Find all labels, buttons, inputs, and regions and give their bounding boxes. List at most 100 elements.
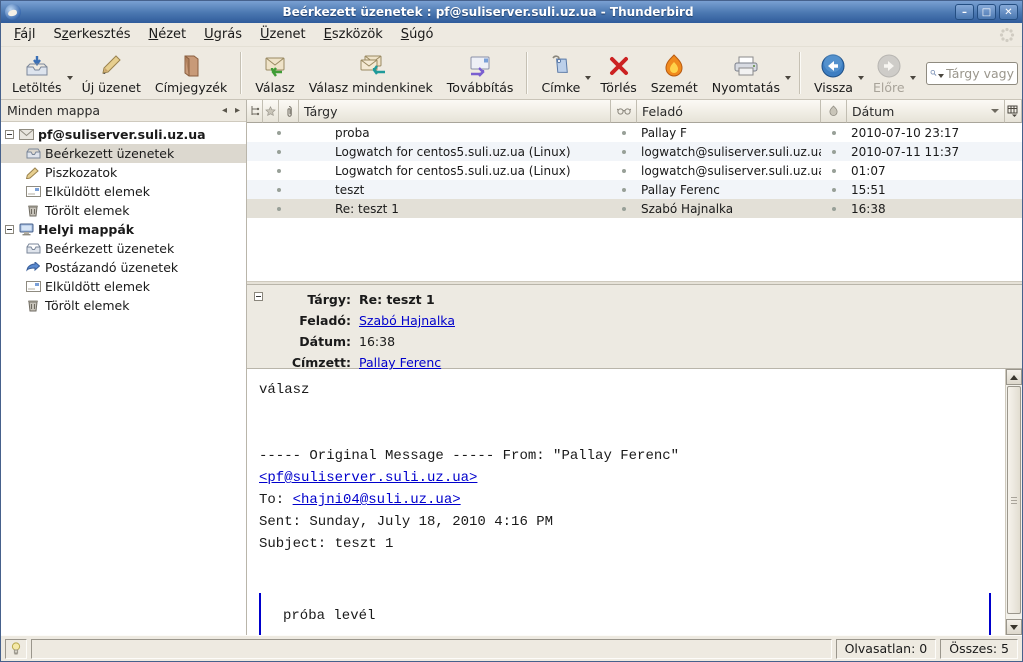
tag-icon (549, 53, 573, 79)
back-button[interactable]: Vissza (807, 51, 860, 96)
menu-help[interactable]: Súgó (392, 24, 443, 45)
back-dropdown[interactable] (858, 76, 864, 80)
read-column-header[interactable] (611, 100, 637, 123)
status-bar: Olvasatlan: 0 Összes: 5 (1, 635, 1022, 661)
folder-item-trash[interactable]: Törölt elemek (1, 201, 246, 220)
folder-view-back-arrow[interactable]: ◂ (222, 105, 227, 116)
read-dot-icon (832, 207, 836, 211)
read-glasses-icon (617, 107, 631, 115)
read-dot-icon (277, 207, 281, 211)
forward-nav-dropdown[interactable] (910, 76, 916, 80)
folder-item-local-sent[interactable]: Elküldött elemek (1, 277, 246, 296)
write-button[interactable]: Új üzenet (75, 51, 148, 96)
forward-icon (467, 53, 493, 79)
header-collapse-icon[interactable] (254, 292, 263, 301)
tag-dropdown[interactable] (585, 76, 591, 80)
column-picker-icon (1007, 105, 1019, 117)
toolbar-separator (240, 52, 242, 94)
thread-column-header[interactable] (247, 100, 263, 123)
mail-account-icon (18, 128, 34, 142)
scrollbar-thumb[interactable] (1007, 386, 1021, 614)
reply-all-button[interactable]: Válasz mindenkinek (302, 51, 440, 96)
collapse-expander-icon[interactable] (5, 225, 14, 234)
message-row-4[interactable]: teszt Pallay Ferenc 15:51 (247, 180, 1022, 199)
message-row-5-selected[interactable]: Re: teszt 1 Szabó Hajnalka 16:38 (247, 199, 1022, 218)
from-link[interactable]: Szabó Hajnalka (359, 313, 455, 328)
drafts-pencil-icon (25, 166, 41, 180)
menu-tools[interactable]: Eszközök (315, 24, 392, 45)
star-icon (265, 106, 276, 117)
folder-item-local-folders[interactable]: Helyi mappák (1, 220, 246, 239)
junk-button[interactable]: Szemét (644, 51, 705, 96)
read-dot-icon (622, 131, 626, 135)
quoted-message-block: próba levél (259, 593, 991, 635)
folder-item-sent[interactable]: Elküldött elemek (1, 182, 246, 201)
folder-item-account[interactable]: pf@suliserver.suli.uz.ua (1, 125, 246, 144)
forward-nav-button[interactable]: Előre (866, 51, 912, 96)
read-dot-icon (277, 188, 281, 192)
maximize-button[interactable] (977, 4, 996, 20)
folder-pane-title: Minden mappa (7, 103, 100, 118)
to-label: Címzett: (273, 355, 351, 370)
read-dot-icon (622, 150, 626, 154)
folder-tree: pf@suliserver.suli.uz.ua Beérkezett üzen… (1, 122, 246, 635)
column-picker-button[interactable] (1005, 100, 1022, 123)
menu-edit[interactable]: Szerkesztés (45, 24, 140, 45)
get-mail-button[interactable]: Letöltés (5, 51, 69, 96)
message-row-3[interactable]: Logwatch for centos5.suli.uz.ua (Linux) … (247, 161, 1022, 180)
close-button[interactable] (999, 4, 1018, 20)
delete-button[interactable]: Törlés (593, 51, 643, 96)
body-from-link[interactable]: <pf@suliserver.suli.uz.ua> (259, 470, 477, 486)
subject-label: Tárgy: (273, 292, 351, 307)
thunderbird-window: Beérkezett üzenetek : pf@suliserver.suli… (0, 0, 1023, 662)
message-row-2[interactable]: Logwatch for centos5.suli.uz.ua (Linux) … (247, 142, 1022, 161)
menu-go[interactable]: Ugrás (195, 24, 251, 45)
reply-button[interactable]: Válasz (248, 51, 301, 96)
message-body-pane: válasz ----- Original Message ----- From… (247, 369, 1022, 635)
tag-button[interactable]: Címke (534, 51, 587, 96)
sender-column-header[interactable]: Feladó (637, 100, 821, 123)
total-count: Összes: 5 (940, 639, 1018, 659)
menu-view[interactable]: Nézet (139, 24, 195, 45)
read-dot-icon (832, 150, 836, 154)
mail-toolbar: Letöltés Új üzenet Címjegyzék Válasz Vál… (1, 47, 1022, 100)
folder-item-local-trash[interactable]: Törölt elemek (1, 296, 246, 315)
print-button[interactable]: Nyomtatás (705, 51, 787, 96)
back-arrow-icon (820, 53, 846, 79)
inbox-icon (25, 242, 41, 256)
folder-item-drafts[interactable]: Piszkozatok (1, 163, 246, 182)
attachment-column-header[interactable] (279, 100, 299, 123)
message-list: proba Pallay F 2010-07-10 23:17 Logwatch… (247, 123, 1022, 281)
reply-icon (262, 53, 288, 79)
body-to-link[interactable]: <hajni04@suli.uz.ua> (293, 492, 461, 508)
junk-column-header[interactable] (821, 100, 847, 123)
body-scrollbar[interactable] (1005, 369, 1022, 635)
folder-item-local-inbox[interactable]: Beérkezett üzenetek (1, 239, 246, 258)
folder-item-inbox[interactable]: Beérkezett üzenetek (1, 144, 246, 163)
folder-view-forward-arrow[interactable]: ▸ (235, 105, 240, 116)
search-input[interactable]: Tárgy vagy (926, 62, 1018, 85)
print-dropdown[interactable] (785, 76, 791, 80)
folder-item-outbox[interactable]: Postázandó üzenetek (1, 258, 246, 277)
sent-icon (25, 280, 41, 294)
activity-throbber-icon (996, 25, 1018, 45)
message-row-1[interactable]: proba Pallay F 2010-07-10 23:17 (247, 123, 1022, 142)
scroll-down-button[interactable] (1006, 619, 1022, 635)
collapse-expander-icon[interactable] (5, 130, 14, 139)
get-mail-dropdown[interactable] (67, 76, 73, 80)
to-link[interactable]: Pallay Ferenc (359, 355, 441, 370)
read-dot-icon (832, 188, 836, 192)
minimize-button[interactable] (955, 4, 974, 20)
date-column-header[interactable]: Dátum (847, 100, 1005, 123)
forward-arrow-icon (876, 53, 902, 79)
search-scope-dropdown[interactable] (938, 74, 944, 78)
status-lightbulb-cell (5, 639, 27, 659)
menu-message[interactable]: Üzenet (251, 24, 315, 45)
starred-column-header[interactable] (263, 100, 279, 123)
read-dot-icon (277, 169, 281, 173)
menu-file[interactable]: Fájl (5, 24, 45, 45)
address-book-button[interactable]: Címjegyzék (148, 51, 234, 96)
forward-button[interactable]: Továbbítás (440, 51, 521, 96)
date-value: 16:38 (359, 334, 395, 349)
subject-column-header[interactable]: Tárgy (299, 100, 611, 123)
